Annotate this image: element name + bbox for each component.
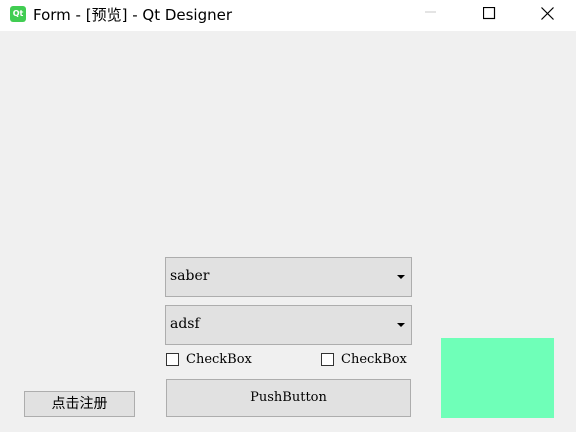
minimize-icon xyxy=(425,11,436,13)
checkbox-1[interactable]: CheckBox xyxy=(166,352,266,370)
combo-box-1-value: saber xyxy=(170,268,210,284)
window-title: Form - [预览] - Qt Designer xyxy=(33,6,233,24)
dropdown-arrow-icon xyxy=(397,323,405,327)
checkbox-1-label: CheckBox xyxy=(186,352,252,367)
checkbox-2[interactable]: CheckBox xyxy=(321,352,421,370)
combo-box-2-value: adsf xyxy=(170,316,200,332)
close-icon xyxy=(541,7,554,20)
green-color-panel xyxy=(441,338,554,418)
combo-box-2[interactable]: adsf xyxy=(165,305,412,345)
maximize-button[interactable] xyxy=(466,0,512,31)
title-bar: Qt Form - [预览] - Qt Designer xyxy=(0,0,576,31)
checkbox-2-indicator[interactable] xyxy=(321,353,334,366)
checkbox-1-indicator[interactable] xyxy=(166,353,179,366)
push-button[interactable]: PushButton xyxy=(166,379,411,417)
qt-designer-preview-window: Qt Form - [预览] - Qt Designer saber adsf xyxy=(0,0,576,432)
checkbox-2-label: CheckBox xyxy=(341,352,407,367)
register-button[interactable]: 点击注册 xyxy=(24,391,135,417)
qt-app-icon: Qt xyxy=(10,6,26,22)
combo-box-1[interactable]: saber xyxy=(165,257,412,297)
minimize-button[interactable] xyxy=(408,0,454,31)
maximize-icon xyxy=(483,7,496,20)
close-button[interactable] xyxy=(524,0,570,31)
dropdown-arrow-icon xyxy=(397,275,405,279)
